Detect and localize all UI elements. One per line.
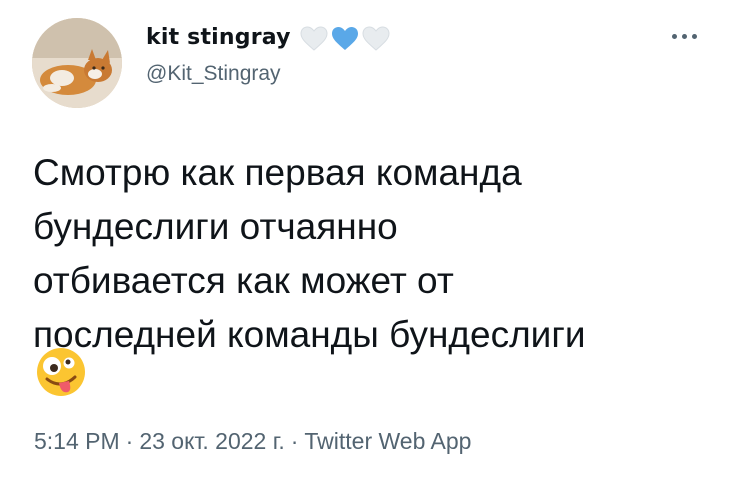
white-heart-icon: [300, 26, 328, 52]
blue-heart-icon: [331, 26, 359, 52]
tweet-text-line: отбивается как может от: [33, 260, 454, 301]
tweet-text: Смотрю как первая команда бундеслиги отч…: [33, 146, 713, 362]
separator: ·: [125, 428, 134, 454]
tweet-date[interactable]: 23 окт. 2022 г.: [139, 428, 284, 454]
separator: ·: [290, 428, 299, 454]
zany-face-emoji: [35, 346, 87, 398]
cat-avatar-image: [32, 18, 122, 108]
tweet-text-line: Смотрю как первая команда: [33, 152, 522, 193]
tweet-metadata: 5:14 PM · 23 окт. 2022 г. · Twitter Web App: [34, 428, 471, 455]
tweet-source[interactable]: Twitter Web App: [304, 428, 471, 454]
more-options-icon[interactable]: [664, 26, 704, 46]
display-name[interactable]: kit stingray: [146, 25, 291, 50]
tweet-time[interactable]: 5:14 PM: [34, 428, 120, 454]
white-heart-icon: [362, 26, 390, 52]
name-badges: [300, 26, 390, 52]
tweet-text-line: последней команды бундеслиги: [33, 314, 586, 355]
avatar[interactable]: [32, 18, 122, 108]
tweet-card: kit stingray @Kit_Stingray Смотрю как пе…: [0, 0, 730, 483]
user-handle[interactable]: @Kit_Stingray: [146, 62, 281, 86]
tweet-text-line: бундеслиги отчаянно: [33, 206, 398, 247]
